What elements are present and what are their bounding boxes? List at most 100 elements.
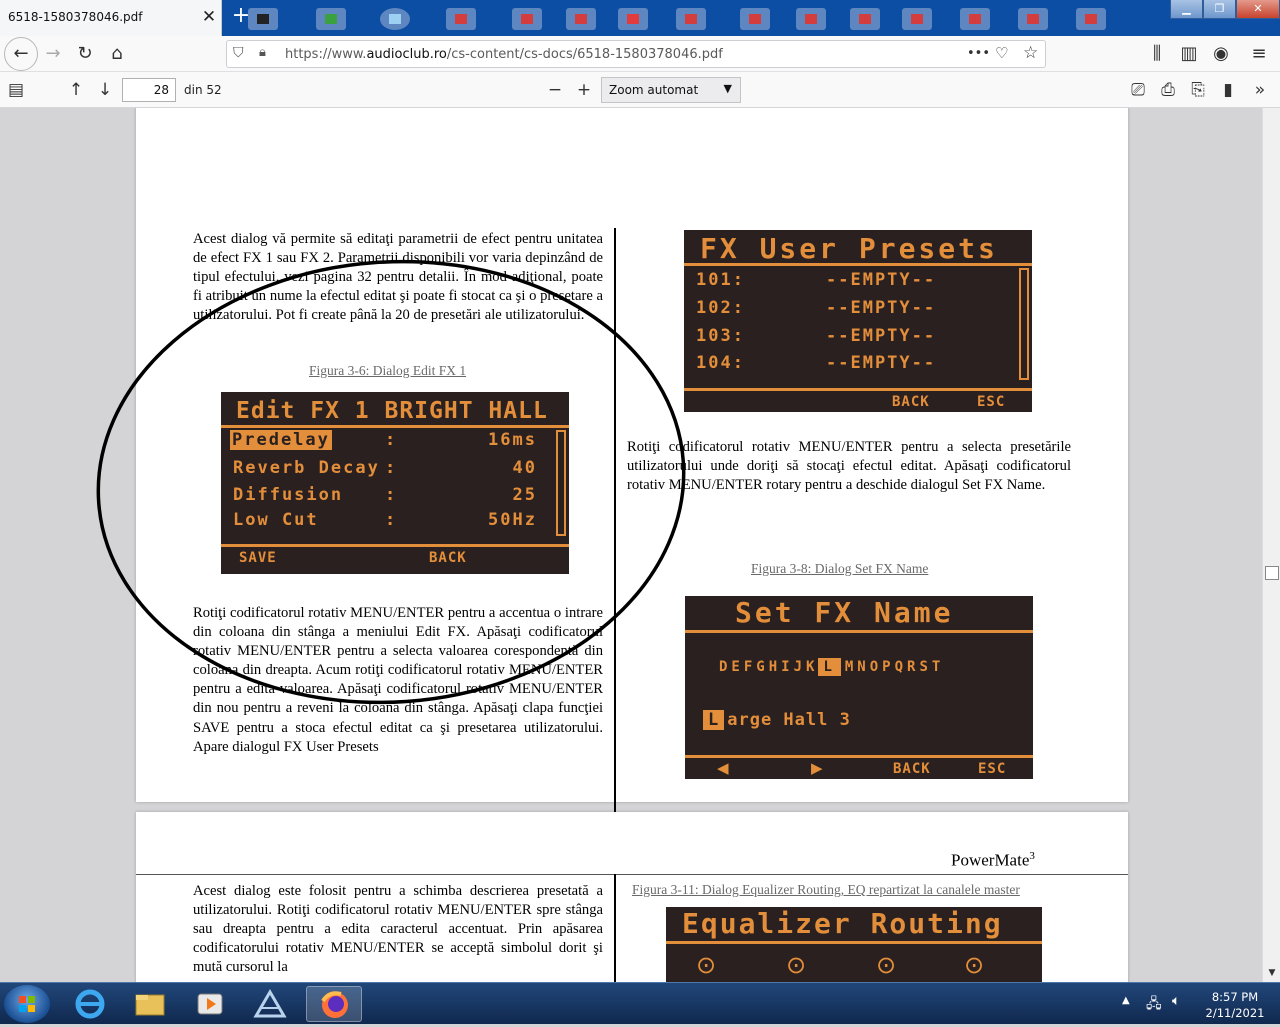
presentation-mode-icon[interactable]: ⎚	[1124, 76, 1152, 104]
page-actions-icon[interactable]: •••	[967, 46, 990, 61]
menu-icon[interactable]: ≡	[1244, 40, 1274, 68]
pocket-icon[interactable]: ♡	[995, 44, 1008, 62]
lcd-title: Set FX Name	[735, 596, 954, 629]
tab-thumbnail[interactable]	[248, 8, 278, 30]
firefox-icon[interactable]	[306, 986, 362, 1022]
account-icon[interactable]: ◉	[1206, 40, 1236, 68]
softkey-right-arrow-icon: ▶	[811, 759, 824, 777]
tab-thumbnail[interactable]	[796, 8, 826, 30]
print-icon[interactable]: ⎙	[1154, 76, 1182, 104]
softkey-esc: ESC	[978, 761, 1007, 777]
tab-close-icon[interactable]: ✕	[198, 5, 220, 29]
routing-dot-icon: ⊙	[696, 951, 718, 979]
tab-thumbnail[interactable]	[740, 8, 770, 30]
windows-logo-icon	[19, 996, 35, 1012]
lcd-preset-number: 101:	[696, 270, 745, 290]
zoom-select[interactable]: Zoom automat ▼	[601, 77, 741, 103]
scrollbar-thumb[interactable]	[1265, 566, 1279, 580]
tab-thumbnail[interactable]	[566, 8, 596, 30]
softkey-back: BACK	[892, 394, 930, 410]
file-explorer-icon[interactable]	[122, 986, 178, 1022]
lcd-char-row: DEFGHIJK L MNOPQRST	[719, 658, 945, 676]
tab-thumbnail[interactable]	[960, 8, 990, 30]
lcd-preset-number: 104:	[696, 353, 745, 373]
tab-thumbnail[interactable]	[446, 8, 476, 30]
page-header-title: PowerMate3	[951, 850, 1035, 870]
window-close-icon[interactable]: ✕	[1236, 0, 1280, 19]
next-page-icon[interactable]: ↓	[91, 76, 119, 104]
previous-page-icon[interactable]: ↑	[62, 76, 90, 104]
page-header-rule	[136, 874, 1128, 875]
lock-icon[interactable]: 🔒︎	[259, 45, 266, 60]
pdf-viewer[interactable]: Acest dialog vă permite să editaţi param…	[0, 108, 1262, 982]
tools-icon[interactable]: »	[1246, 76, 1274, 104]
lcd-divider	[684, 263, 1032, 266]
page-number-input[interactable]	[122, 78, 176, 102]
minimize-icon[interactable]: ▁	[1170, 0, 1203, 19]
routing-dot-icon: ⊙	[786, 951, 808, 979]
lcd-name-cursor: L	[703, 710, 725, 730]
lcd-title: Equalizer Routing	[682, 907, 1003, 940]
circle-annotation	[96, 259, 686, 705]
tab-thumbnail[interactable]	[850, 8, 880, 30]
lcd-preset-value: --EMPTY--	[826, 270, 937, 290]
chevron-down-icon: ▼	[723, 82, 732, 95]
lcd-divider	[684, 388, 1032, 391]
tab-thumbnail[interactable]	[1018, 8, 1048, 30]
internet-explorer-icon[interactable]	[62, 986, 118, 1022]
network-icon[interactable]: 🖧︎	[1146, 993, 1162, 1017]
forward-arrow-icon[interactable]: →	[38, 40, 68, 68]
vertical-scrollbar[interactable]: ▼	[1262, 108, 1280, 982]
sidebar-toggle-icon[interactable]: ▤	[2, 76, 30, 104]
softkey-back: BACK	[893, 761, 931, 777]
zoom-out-icon[interactable]: −	[541, 76, 569, 104]
figure-caption: Figura 3-11: Dialog Equalizer Routing, E…	[632, 882, 1020, 897]
reload-icon[interactable]: ↻	[70, 40, 100, 68]
navigation-bar: ← → ↻ ⌂ ⛉ 🔒︎ https://www.audioclub.ro/cs…	[0, 36, 1280, 72]
lcd-name-field: Large Hall 3	[703, 710, 851, 730]
lcd-scrollbar	[1019, 268, 1029, 380]
autocad-icon[interactable]	[242, 986, 298, 1022]
taskbar: ▲ 🖧︎ 🔈︎ 8:57 PM 2/11/2021	[0, 982, 1280, 1024]
tab-strip: 6518-1580378046.pdf ✕ + ▁ ❐ ✕	[0, 0, 1280, 36]
lcd-preset-value: --EMPTY--	[826, 298, 937, 318]
lcd-preset-number: 103:	[696, 326, 745, 346]
pdf-page: PowerMate3 Acest dialog este folosit pen…	[136, 812, 1128, 982]
bookmark-star-icon[interactable]: ☆	[1023, 43, 1038, 63]
tab-thumbnail[interactable]	[380, 8, 410, 30]
equalizer-routing-lcd: Equalizer Routing ⊙ ⊙ ⊙ ⊙	[666, 907, 1042, 982]
lcd-preset-value: --EMPTY--	[826, 353, 937, 373]
save-icon[interactable]: ⎘	[1184, 76, 1212, 104]
media-player-icon[interactable]	[182, 986, 238, 1022]
start-button[interactable]	[4, 985, 50, 1023]
set-fx-name-lcd: Set FX Name DEFGHIJK L MNOPQRST Large Hall…	[685, 596, 1033, 779]
tab-thumbnail[interactable]	[902, 8, 932, 30]
home-icon[interactable]: ⌂	[102, 40, 132, 68]
lcd-preset-number: 102:	[696, 298, 745, 318]
tab-thumbnail[interactable]	[618, 8, 648, 30]
lcd-divider	[685, 755, 1033, 758]
tab-thumbnail[interactable]	[512, 8, 542, 30]
zoom-in-icon[interactable]: +	[570, 76, 598, 104]
column-divider	[614, 874, 616, 982]
tab-thumbnail[interactable]	[316, 8, 346, 30]
bookmark-icon[interactable]: ▮	[1214, 76, 1242, 104]
tab-pdf[interactable]: 6518-1580378046.pdf ✕	[0, 0, 222, 36]
volume-icon[interactable]: 🔈︎	[1172, 993, 1180, 1009]
softkey-left-arrow-icon: ◀	[717, 759, 730, 777]
back-arrow-icon[interactable]: ←	[4, 37, 38, 71]
figure-caption: Figura 3-8: Dialog Set FX Name	[751, 561, 929, 576]
tray-expand-icon[interactable]: ▲	[1122, 995, 1130, 1006]
tab-thumbnail[interactable]	[1076, 8, 1106, 30]
clock[interactable]: 8:57 PM 2/11/2021	[1200, 989, 1270, 1021]
shield-icon[interactable]: ⛉	[233, 45, 244, 61]
sidebar-icon[interactable]: ▥	[1174, 40, 1204, 68]
restore-icon[interactable]: ❐	[1203, 0, 1236, 19]
scroll-down-icon[interactable]: ▼	[1265, 968, 1279, 980]
tab-thumbnail[interactable]	[676, 8, 706, 30]
lcd-selected-char: L	[818, 658, 841, 676]
routing-dot-icon: ⊙	[964, 951, 986, 979]
address-bar[interactable]: ⛉ 🔒︎ https://www.audioclub.ro/cs-content…	[226, 40, 1046, 68]
tab-title: 6518-1580378046.pdf	[8, 10, 143, 24]
library-icon[interactable]: ⫼	[1142, 40, 1172, 68]
